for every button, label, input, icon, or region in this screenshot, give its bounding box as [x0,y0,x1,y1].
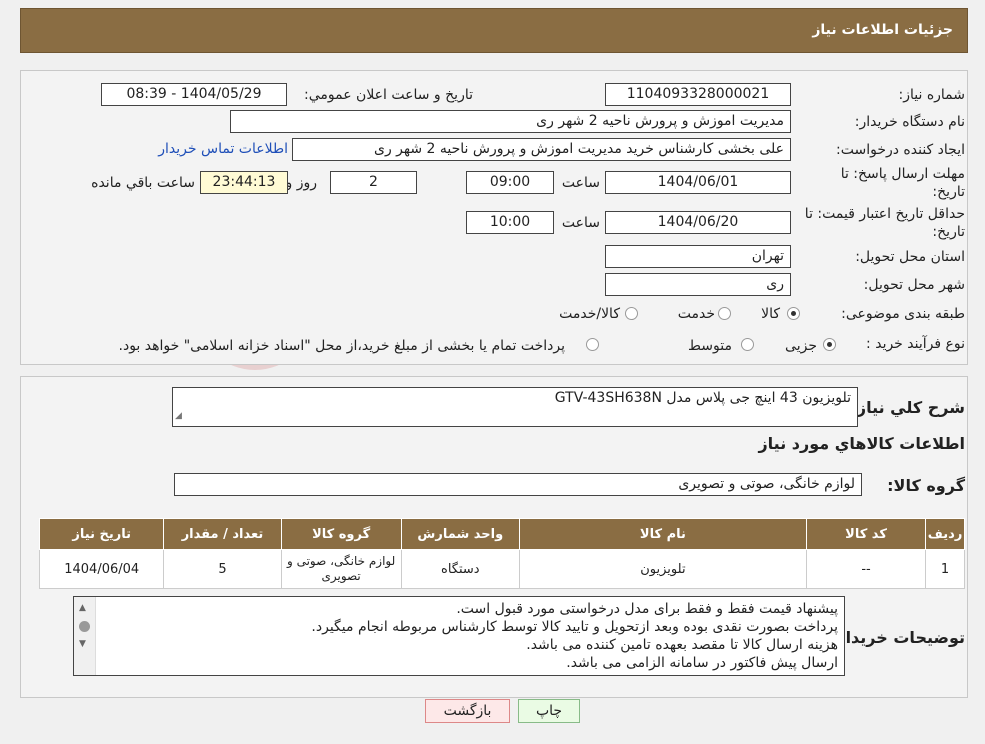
summary-text: تلویزیون 43 اینچ جی پلاس مدل GTV-43SH638… [554,390,851,406]
days-remaining-field: 2 [330,171,417,194]
buyer-org-field: مدیریت اموزش و پرورش ناحیه 2 شهر ری [230,110,791,133]
purchase-treasury-note: پرداخت تمام یا بخشی از مبلغ خرید،از محل … [118,338,565,354]
category-option-goods: کالا [761,306,780,322]
creator-field: علی بخشی کارشناس خرید مدیریت اموزش و پرو… [292,138,791,161]
col-name-header: نام کالا [518,518,807,550]
cell-name: تلویزیون [518,549,807,589]
page-title: جزئیات اطلاعات نیاز [812,22,953,38]
cell-code: -- [805,549,927,589]
purchase-option-medium: متوسط [688,338,732,354]
summary-label: شرح كلي نياز: [850,398,965,417]
scroll-thumb[interactable] [79,621,90,632]
scroll-up-icon[interactable]: ▲ [79,603,86,613]
summary-field: تلویزیون 43 اینچ جی پلاس مدل GTV-43SH638… [172,387,858,427]
buyer-notes-field: پیشنهاد قیمت فقط و فقط برای مدل درخواستی… [73,596,845,676]
goods-section-title: اطلاعات كالاهاي مورد نياز [758,434,965,453]
col-code-header: کد کالا [805,518,927,550]
deadline-label: مهلت ارسال پاسخ: تا [840,166,965,182]
time-remaining-field: 23:44:13 [200,171,288,194]
cell-date: 1404/06/04 [38,549,165,589]
city-label: شهر محل تحویل: [863,277,965,293]
purchase-radio-minor[interactable] [823,338,836,351]
category-radio-service[interactable] [718,307,731,320]
notes-scrollbar[interactable]: ▲ ▼ [74,597,96,675]
cell-group: لوازم خانگی، صوتی و تصویری [280,549,402,589]
province-label: استان محل تحویل: [855,249,965,265]
col-group-header: گروه کالا [280,518,402,550]
goods-group-label: گروه کالا: [887,476,965,495]
print-button[interactable]: چاپ [518,699,580,723]
category-radio-goods-service[interactable] [625,307,638,320]
category-option-goods-service: کالا/خدمت [559,306,620,322]
resize-handle-icon[interactable]: ◢ [175,406,182,426]
category-option-service: خدمت [677,306,715,322]
purchase-type-label: نوع فرآیند خرید : [866,336,965,352]
purchase-radio-medium[interactable] [741,338,754,351]
deadline-time-field: 09:00 [466,171,554,194]
price-validity-time-field: 10:00 [466,211,554,234]
buyer-org-label: نام دستگاه خریدار: [854,114,965,130]
buyer-contact-link[interactable]: اطلاعات تماس خریدار [158,141,288,157]
cell-unit: دستگاه [400,549,520,589]
buyer-notes-label: توضیحات خریدار: [829,628,965,647]
deadline-time-label: ساعت [561,175,600,191]
province-field: تهران [605,245,791,268]
price-validity-label: حداقل تاریخ اعتبار قیمت: تا [804,206,965,222]
city-field: ری [605,273,791,296]
goods-group-field: لوازم خانگی، صوتی و تصویری [174,473,862,496]
cell-qty: 5 [163,549,282,589]
deadline-label-date: تاریخ: [932,184,965,200]
table-row: 1 -- تلویزیون دستگاه لوازم خانگی، صوتی و… [38,549,965,589]
announce-date-label: تاريخ و ساعت اعلان عمومي: [304,87,473,103]
goods-table: ردیف کد کالا نام کالا واحد شمارش گروه کا… [38,518,965,589]
back-button[interactable]: بازگشت [425,699,510,723]
days-label: روز و [285,175,318,191]
page-header: جزئیات اطلاعات نیاز [20,8,968,53]
price-validity-label-date: تاریخ: [932,224,965,240]
scroll-down-icon[interactable]: ▼ [79,639,86,649]
col-qty-header: تعداد / مقدار [163,518,282,550]
category-radio-goods[interactable] [787,307,800,320]
need-number-label: شماره نیاز: [898,87,966,103]
col-date-header: تاریخ نیاز [38,518,165,550]
purchase-option-minor: جزیی [785,338,817,354]
buyer-note-line-3: هزینه ارسال کالا تا مقصد بعهده تامین کنن… [526,637,838,653]
creator-label: ایجاد کننده درخواست: [836,142,965,158]
price-validity-date-field: 1404/06/20 [605,211,791,234]
price-validity-time-label: ساعت [561,215,600,231]
table-header-row: ردیف کد کالا نام کالا واحد شمارش گروه کا… [38,518,965,550]
announce-date-field: 1404/05/29 - 08:39 [101,83,287,106]
buyer-note-line-1: پیشنهاد قیمت فقط و فقط برای مدل درخواستی… [456,601,838,617]
buyer-note-line-4: ارسال پیش فاکتور در سامانه الزامی می باش… [566,655,838,671]
category-label: طبقه بندی موضوعی: [841,306,965,322]
buyer-note-line-2: پرداخت بصورت نقدی بوده وبعد ازتحویل و تا… [311,619,838,635]
time-remaining-label: ساعت باقي مانده [91,175,195,191]
col-unit-header: واحد شمارش [400,518,520,550]
cell-row: 1 [925,549,965,589]
need-number-field: 1104093328000021 [605,83,791,106]
goods-table-wrapper: ردیف کد کالا نام کالا واحد شمارش گروه کا… [38,518,965,589]
purchase-radio-treasury[interactable] [586,338,599,351]
col-row-header: ردیف [925,518,965,550]
deadline-date-field: 1404/06/01 [605,171,791,194]
